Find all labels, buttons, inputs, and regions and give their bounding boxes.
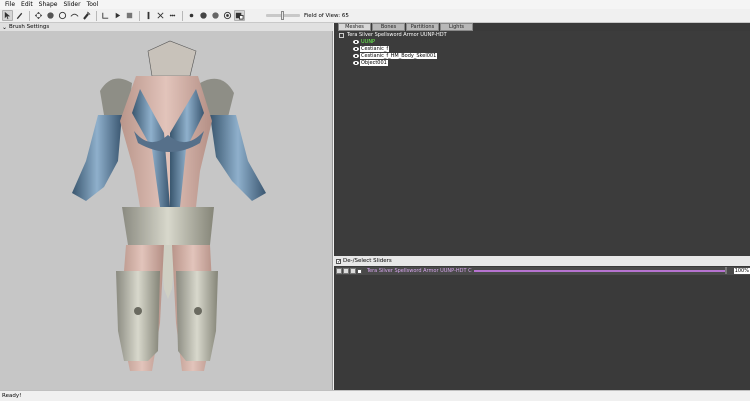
fov-slider[interactable] xyxy=(266,11,300,20)
select-sliders-checkbox[interactable]: ✓ xyxy=(336,258,341,264)
slider-checkbox[interactable] xyxy=(356,268,362,274)
toolbar-separator xyxy=(182,10,183,21)
brush-settings-header[interactable]: ⌄ Brush Settings xyxy=(0,23,333,31)
slider-track[interactable] xyxy=(473,267,728,274)
brush-settings-label: Brush Settings xyxy=(9,24,50,30)
pick-icon[interactable] xyxy=(81,10,92,21)
toolbar: Field of View: 65 xyxy=(0,9,750,23)
tab-lights[interactable]: Lights xyxy=(440,23,473,31)
cursor-icon[interactable] xyxy=(234,10,245,21)
slider-list-area xyxy=(334,275,750,390)
menu-tool[interactable]: Tool xyxy=(84,0,102,9)
tree-item-cestianic[interactable]: Cestianic_f xyxy=(353,46,390,52)
chevron-down-icon: ⌄ xyxy=(2,23,8,31)
color-icon[interactable] xyxy=(222,10,233,21)
tree-item-object[interactable]: Object001 xyxy=(353,60,388,66)
select-icon[interactable] xyxy=(2,10,13,21)
right-panel: Meshes Bones Partitions Lights Tera Silv… xyxy=(334,23,750,390)
slider-thumb[interactable] xyxy=(725,267,728,274)
slider-name: Tera Silver Spellsword Armor UUNP-HDT Co… xyxy=(366,268,472,274)
toolbar-separator xyxy=(139,10,140,21)
fov-slider-thumb[interactable] xyxy=(281,11,284,20)
toolbar-separator xyxy=(29,10,30,21)
status-text: Ready! xyxy=(2,393,22,399)
wire-icon[interactable] xyxy=(167,10,178,21)
tree-root-label: Tera Silver Spellsword Armor UUNP-HDT xyxy=(347,32,447,38)
slider-row: Tera Silver Spellsword Armor UUNP-HDT Co… xyxy=(336,267,750,275)
shade-icon[interactable] xyxy=(198,10,209,21)
brush-icon[interactable] xyxy=(14,10,25,21)
light-icon[interactable] xyxy=(186,10,197,21)
tab-meshes[interactable]: Meshes xyxy=(338,23,371,31)
eye-icon[interactable] xyxy=(353,61,359,65)
menu-shape[interactable]: Shape xyxy=(36,0,61,9)
tree-item-label: Object001 xyxy=(360,60,388,66)
menu-slider[interactable]: Slider xyxy=(60,0,83,9)
toolbar-separator xyxy=(96,10,97,21)
fov-label: Field of View: 65 xyxy=(304,12,349,19)
edit-icon[interactable] xyxy=(336,268,342,274)
tree-item-label: Cestianic_f_HM_Body_Skel001 xyxy=(360,53,438,59)
collapse-icon[interactable] xyxy=(339,32,344,38)
move-icon[interactable] xyxy=(33,10,44,21)
sliders-header: ✓ De-/Select Sliders xyxy=(334,256,750,266)
tree-root[interactable]: Tera Silver Spellsword Armor UUNP-HDT xyxy=(339,32,447,38)
tree-item-label: Cestianic_f xyxy=(360,46,390,52)
axis-icon[interactable] xyxy=(155,10,166,21)
inflate-icon[interactable] xyxy=(45,10,56,21)
zero-icon[interactable] xyxy=(342,268,349,274)
vertex-icon[interactable] xyxy=(143,10,154,21)
smooth-icon[interactable] xyxy=(69,10,80,21)
armored-figure-render xyxy=(72,40,266,371)
menu-edit[interactable]: Edit xyxy=(18,0,36,9)
mirror-icon[interactable] xyxy=(124,10,135,21)
tree-item-body-skel[interactable]: Cestianic_f_HM_Body_Skel001 xyxy=(353,53,438,59)
mesh-tree: Tera Silver Spellsword Armor UUNP-HDT UU… xyxy=(336,31,750,256)
sliders-header-label: De-/Select Sliders xyxy=(343,258,392,264)
tab-bar: Meshes Bones Partitions Lights xyxy=(338,23,474,31)
eye-icon[interactable] xyxy=(353,54,359,58)
status-bar: Ready! xyxy=(0,390,750,401)
3d-viewport[interactable]: ⌄ Brush Settings xyxy=(0,23,333,390)
menu-file[interactable]: File xyxy=(2,0,18,9)
undo-icon[interactable] xyxy=(100,10,111,21)
deflate-icon[interactable] xyxy=(57,10,68,21)
tree-item-label: UUNP xyxy=(361,39,376,45)
minus-icon[interactable] xyxy=(349,268,356,274)
tree-item-uunp[interactable]: UUNP xyxy=(353,39,376,45)
menu-bar: File Edit Shape Slider Tool xyxy=(0,0,750,9)
slider-value[interactable]: 100% xyxy=(734,268,750,274)
eye-icon[interactable] xyxy=(353,40,359,44)
eye-icon[interactable] xyxy=(353,47,359,51)
tab-partitions[interactable]: Partitions xyxy=(406,23,439,31)
texture-icon[interactable] xyxy=(210,10,221,21)
redo-icon[interactable] xyxy=(112,10,123,21)
tab-bones[interactable]: Bones xyxy=(372,23,405,31)
